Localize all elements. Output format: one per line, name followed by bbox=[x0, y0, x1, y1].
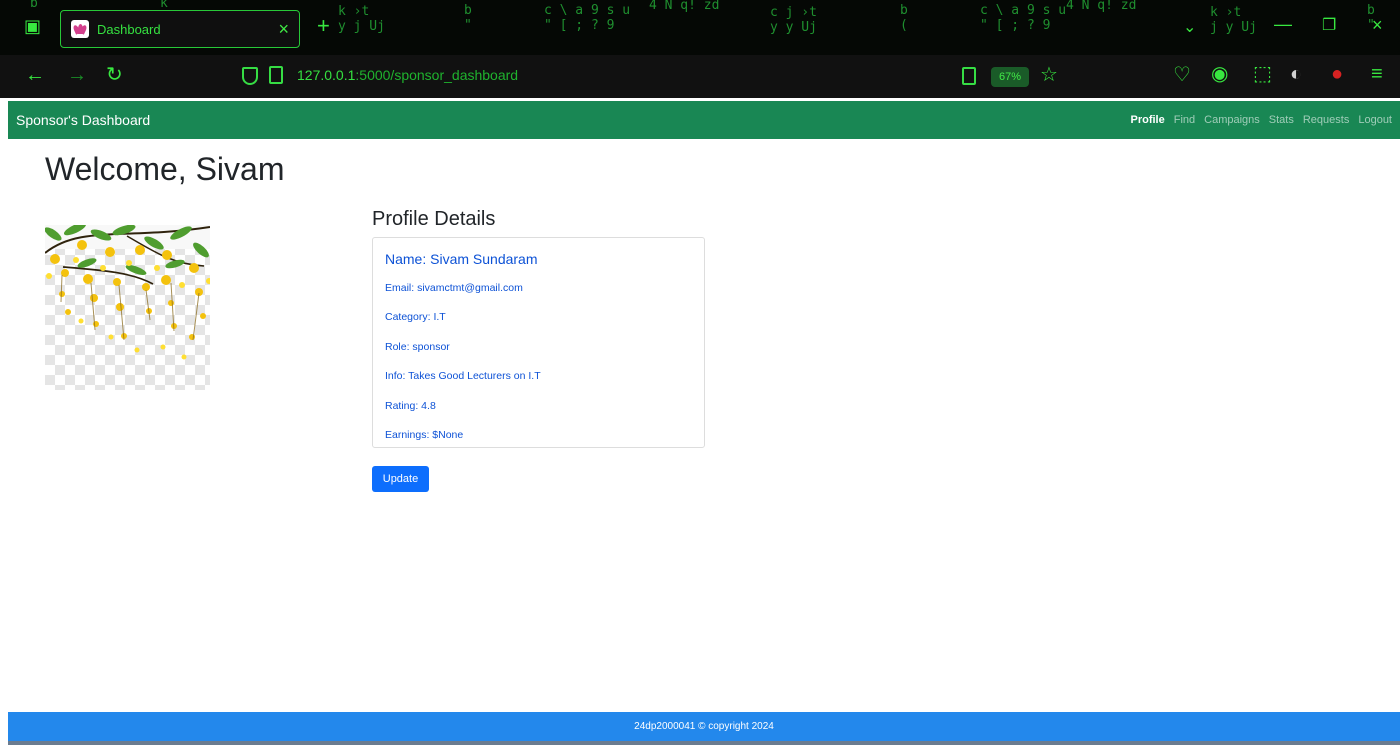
nav-link-requests[interactable]: Requests bbox=[1303, 114, 1349, 126]
reload-icon[interactable]: ↻ bbox=[106, 65, 123, 85]
favicon-lotus-icon bbox=[71, 20, 89, 38]
menu-icon[interactable]: ≡ bbox=[1371, 64, 1383, 84]
app-navbar: Sponsor's Dashboard Profile Find Campaig… bbox=[8, 101, 1400, 139]
profile-info: Info: Takes Good Lecturers on I.T bbox=[385, 370, 541, 383]
nav-link-profile[interactable]: Profile bbox=[1131, 114, 1165, 126]
url-path: :5000/sponsor_dashboard bbox=[355, 67, 519, 83]
nav-link-logout[interactable]: Logout bbox=[1358, 114, 1392, 126]
navbar-brand[interactable]: Sponsor's Dashboard bbox=[16, 112, 150, 128]
navbar-links: Profile Find Campaigns Stats Requests Lo… bbox=[1131, 114, 1393, 126]
profile-rating: Rating: 4.8 bbox=[385, 399, 436, 412]
welcome-heading: Welcome, Sivam bbox=[45, 151, 285, 187]
nav-link-stats[interactable]: Stats bbox=[1269, 114, 1294, 126]
forward-icon[interactable]: → bbox=[67, 65, 87, 85]
window-close-icon[interactable]: × bbox=[1372, 16, 1383, 34]
browser-tab-dashboard[interactable]: Dashboard × bbox=[60, 10, 300, 48]
back-icon[interactable]: ← bbox=[25, 65, 45, 85]
restore-icon[interactable]: ❐ bbox=[1322, 18, 1336, 34]
address-bar[interactable]: 127.0.0.1:5000/sponsor_dashboard bbox=[297, 67, 518, 83]
profile-role: Role: sponsor bbox=[385, 340, 450, 353]
nav-link-campaigns[interactable]: Campaigns bbox=[1204, 114, 1260, 126]
page-icon[interactable] bbox=[269, 66, 283, 84]
nav-link-find[interactable]: Find bbox=[1174, 114, 1195, 126]
bookmark-star-icon[interactable]: ☆ bbox=[1040, 65, 1058, 85]
profile-earnings: Earnings: $None bbox=[385, 429, 464, 442]
golden-flowers-illustration bbox=[45, 225, 210, 360]
block-extension-icon[interactable]: ● bbox=[1331, 64, 1343, 84]
minimize-icon[interactable]: — bbox=[1274, 15, 1292, 33]
url-host: 127.0.0.1 bbox=[297, 67, 356, 83]
account-icon[interactable]: ◉ bbox=[1211, 64, 1228, 84]
tab-close-icon[interactable]: × bbox=[278, 20, 289, 38]
browser-tab-bar: bkk ›t y j Uj b " c \ a 9 s u " [ ; ? 9 4 N … bbox=[0, 0, 1400, 55]
browser-window: bkk ›t y j Uj b " c \ a 9 s u " [ ; ? 9 4 N … bbox=[0, 0, 1400, 745]
page-footer: 24dp2000041 © copyright 2024 bbox=[8, 712, 1400, 741]
tab-overflow-chevron-icon[interactable]: ⌄ bbox=[1183, 20, 1196, 36]
new-tab-icon[interactable]: + bbox=[317, 15, 330, 37]
pocket-icon[interactable]: ♡ bbox=[1173, 65, 1191, 85]
profile-name: Name: Sivam Sundaram bbox=[385, 251, 538, 267]
profile-email: Email: sivamctmt@gmail.com bbox=[385, 281, 523, 294]
extensions-icon[interactable]: ⬚ bbox=[1253, 64, 1272, 84]
ghost-extension-icon[interactable]: ◐ bbox=[1290, 64, 1302, 84]
tab-title: Dashboard bbox=[97, 21, 161, 37]
shield-icon[interactable] bbox=[242, 67, 258, 85]
profile-details-heading: Profile Details bbox=[372, 208, 496, 230]
zoom-indicator[interactable]: 67% bbox=[991, 67, 1029, 87]
reader-icon[interactable] bbox=[962, 67, 976, 85]
browser-toolbar: ← → ↻ 127.0.0.1:5000/sponsor_dashboard 6… bbox=[0, 55, 1400, 98]
profile-image bbox=[45, 225, 210, 390]
footer-bottom-strip bbox=[8, 741, 1400, 745]
profile-category: Category: I.T bbox=[385, 311, 446, 324]
tab-list-icon[interactable]: ▣ bbox=[24, 17, 41, 35]
update-profile-button[interactable]: Update bbox=[372, 466, 429, 492]
profile-details-card: Name: Sivam Sundaram Email: sivamctmt@gm… bbox=[372, 237, 705, 448]
